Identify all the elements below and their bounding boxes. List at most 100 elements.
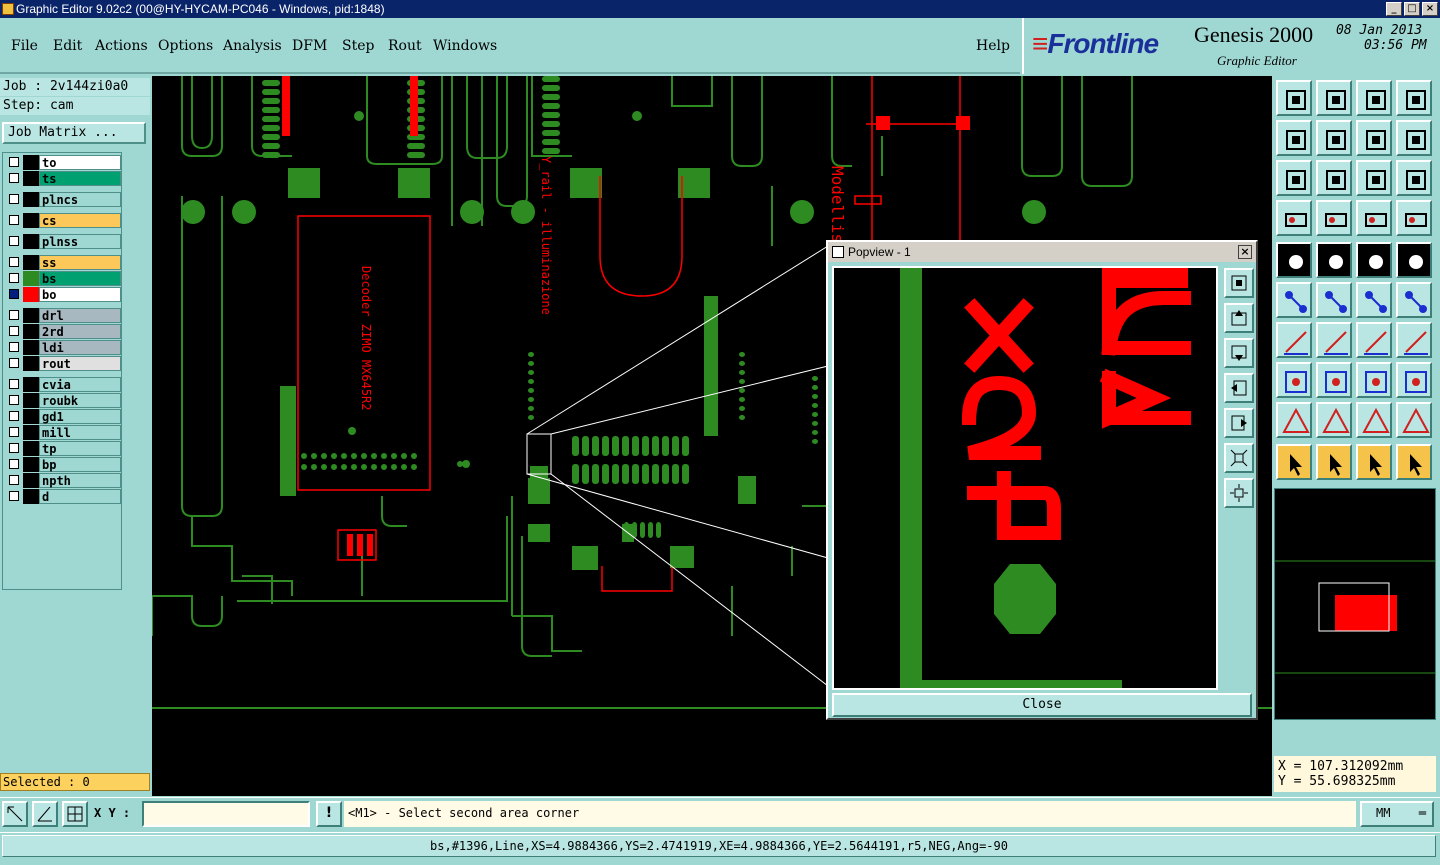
layer-row-to[interactable]: to [5,155,121,170]
menu-help[interactable]: Help [976,38,1010,54]
layer-name[interactable]: mill [39,425,121,440]
layer-color-swatch[interactable] [23,441,39,456]
layer-checkbox[interactable] [9,395,19,405]
layer-name[interactable]: plnss [39,234,121,249]
overview-map[interactable] [1274,488,1436,720]
pan-right-icon[interactable] [1316,120,1352,156]
menu-windows[interactable]: Windows [433,38,497,54]
layer-name[interactable]: bs [39,271,121,286]
layer-color-swatch[interactable] [23,287,39,302]
layer-checkbox[interactable] [9,289,19,299]
layer-checkbox[interactable] [9,310,19,320]
layer-row-roubk[interactable]: roubk [5,393,121,408]
layer-quad-icon[interactable] [1396,200,1432,236]
layer-name[interactable]: to [39,155,121,170]
layer-row-ss[interactable]: ss [5,255,121,270]
view-save-icon[interactable] [1316,80,1352,116]
layer-checkbox[interactable] [9,173,19,183]
angle-icon[interactable] [32,801,58,827]
move-feature-icon[interactable] [1396,282,1432,318]
popview-zoom-in-icon[interactable] [1224,443,1254,473]
layer-color-swatch[interactable] [23,213,39,228]
layer-dual-icon[interactable] [1356,200,1392,236]
units-select[interactable]: MM ═ [1360,801,1434,827]
measure-icon[interactable] [1276,200,1312,236]
layer-row-tp[interactable]: tp [5,441,121,456]
triangle-fill-icon[interactable] [1356,402,1392,438]
probe-icon[interactable] [1316,200,1352,236]
layer-row-npth[interactable]: npth [5,473,121,488]
layer-row-mill[interactable]: mill [5,425,121,440]
layer-color-swatch[interactable] [23,324,39,339]
layer-checkbox[interactable] [9,459,19,469]
layer-row-ts[interactable]: ts [5,171,121,186]
layer-checkbox[interactable] [9,427,19,437]
layer-row-plnss[interactable]: plnss [5,234,121,249]
select-net-icon[interactable] [1276,362,1312,398]
popview-pan-left-icon[interactable] [1224,373,1254,403]
add-pad-icon[interactable] [1276,242,1312,278]
menu-file[interactable]: File [11,38,38,54]
layer-row-bs[interactable]: bs [5,271,121,286]
arc-icon[interactable] [1356,322,1392,358]
cut-line-icon[interactable] [1316,362,1352,398]
layer-checkbox[interactable] [9,215,19,225]
layer-name[interactable]: rout [39,356,121,371]
menu-edit[interactable]: Edit [53,38,82,54]
menu-actions[interactable]: Actions [95,38,148,54]
layer-name[interactable]: tp [39,441,121,456]
layer-color-swatch[interactable] [23,356,39,371]
layer-row-cvia[interactable]: cvia [5,377,121,392]
layer-name[interactable]: bp [39,457,121,472]
close-button[interactable]: × [1422,2,1438,16]
layer-name[interactable]: roubk [39,393,121,408]
undo-view-icon[interactable] [1356,120,1392,156]
alert-icon[interactable]: ! [316,801,342,827]
move-pad-icon[interactable] [1356,282,1392,318]
layer-checkbox[interactable] [9,411,19,421]
layer-checkbox[interactable] [9,194,19,204]
pan-left-icon[interactable] [1276,120,1312,156]
layer-color-swatch[interactable] [23,171,39,186]
popview-close-button[interactable]: Close [832,693,1252,717]
snap-icon[interactable] [2,801,28,827]
layer-color-swatch[interactable] [23,234,39,249]
xy-input[interactable] [142,801,310,827]
grid-icon[interactable] [62,801,88,827]
select-icon[interactable] [1316,444,1352,480]
layer-name[interactable]: bo [39,287,121,302]
layer-checkbox[interactable] [9,443,19,453]
layer-checkbox[interactable] [9,326,19,336]
edit-line-icon[interactable] [1316,322,1352,358]
flip-icon[interactable] [1396,322,1432,358]
layer-name[interactable]: npth [39,473,121,488]
layer-checkbox[interactable] [9,358,19,368]
layer-color-swatch[interactable] [23,409,39,424]
layer-name[interactable]: plncs [39,192,121,207]
layer-name[interactable]: 2rd [39,324,121,339]
popview-zoom-fit-icon[interactable] [1224,268,1254,298]
menu-step[interactable]: Step [342,38,374,54]
popview-zoom-out-icon[interactable] [1224,478,1254,508]
triangle-icon[interactable] [1276,402,1312,438]
zoom-fit-icon[interactable] [1276,160,1312,196]
draw-line-icon[interactable] [1276,322,1312,358]
layer-color-swatch[interactable] [23,271,39,286]
maximize-button[interactable]: □ [1404,2,1420,16]
zoom-center-icon[interactable] [1316,160,1352,196]
layer-row-plncs[interactable]: plncs [5,192,121,207]
select-edit-icon[interactable] [1356,444,1392,480]
layer-color-swatch[interactable] [23,393,39,408]
layer-checkbox[interactable] [9,257,19,267]
symbol-icon[interactable] [1396,362,1432,398]
layer-color-swatch[interactable] [23,340,39,355]
layer-row-drl[interactable]: drl [5,308,121,323]
layer-color-swatch[interactable] [23,308,39,323]
view-house-icon[interactable] [1356,80,1392,116]
select-net-icon[interactable] [1396,444,1432,480]
add-circle-icon[interactable] [1396,242,1432,278]
layer-name[interactable]: drl [39,308,121,323]
layer-row-gd1[interactable]: gd1 [5,409,121,424]
triangle-edit-icon[interactable] [1316,402,1352,438]
pointer-icon[interactable] [1276,444,1312,480]
